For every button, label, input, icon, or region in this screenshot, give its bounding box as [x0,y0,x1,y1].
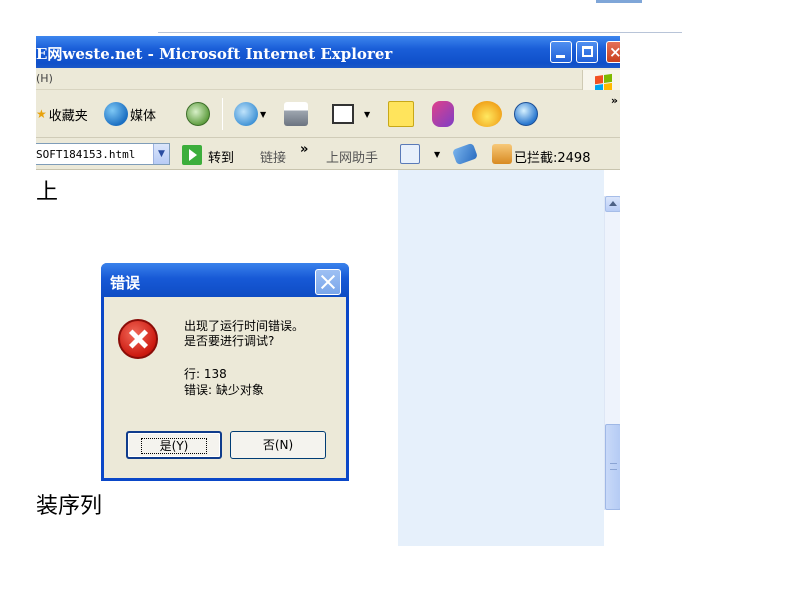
print-button[interactable] [284,100,308,128]
no-button[interactable]: 否(N) [230,431,326,459]
mail-button[interactable]: ▼ [234,100,266,128]
scroll-up-icon[interactable] [605,196,620,212]
close-button[interactable]: × [606,41,620,63]
dialog-title-bar[interactable]: 错误 [101,263,349,297]
mail-icon [234,102,258,126]
toolbar-overflow-icon[interactable]: » [611,94,618,107]
no-button-label: 否(N) [262,438,294,452]
edit-dropdown-icon: ▼ [364,109,371,119]
minimize-button[interactable] [550,41,572,63]
standard-toolbar: ★ 收藏夹 媒体 ▼ ▼ » [36,90,620,138]
dialog-title: 错误 [110,274,141,292]
top-edge-fragment [596,0,642,3]
side-panel-top [398,170,604,196]
go-arrow-icon[interactable] [182,145,202,165]
address-bar: SOFT184153.html ▼ 转到 链接 » 上网助手 ▼ 已拦截:249… [36,138,620,170]
error-line-number: 行: 138 [184,367,227,381]
side-panel [398,196,604,546]
scroll-thumb[interactable] [605,424,620,510]
assistant-check-icon[interactable] [400,144,420,164]
assistant-dropdown-icon[interactable]: ▼ [434,150,440,159]
yes-button[interactable]: 是(Y) [126,431,222,459]
help-button[interactable] [514,100,538,128]
maximize-button[interactable] [576,41,598,63]
close-icon: × [609,43,620,61]
go-button[interactable]: 转到 [208,147,234,166]
address-input[interactable]: SOFT184153.html ▼ [36,143,170,165]
edit-page-icon [332,104,354,124]
separator-line [158,32,682,33]
menu-help[interactable]: (H) [36,72,53,85]
error-icon [118,319,158,359]
links-overflow-icon[interactable]: » [300,142,308,157]
yes-button-label: 是(Y) [140,438,208,454]
error-description: 错误: 缺少对象 [184,383,264,397]
media-globe-icon [104,102,128,126]
mail-dropdown-icon: ▼ [260,109,267,119]
assistant-label[interactable]: 上网助手 [326,147,378,166]
page-heading-fragment: 上 [36,180,59,205]
notes-button[interactable] [388,100,414,128]
toolbar-separator [222,98,223,130]
popup-blocker-icon [492,144,512,164]
blocked-count: 已拦截:2498 [514,151,591,166]
messenger-button[interactable] [432,100,454,128]
maximize-icon [582,46,593,57]
history-button[interactable] [186,100,210,128]
plugin-button[interactable] [472,100,502,128]
address-url: SOFT184153.html [36,148,136,161]
links-label[interactable]: 链接 [260,147,286,166]
grip-icon [610,463,617,470]
page-text-fragment: 装序列 [36,494,103,519]
favorites-label: 收藏夹 [48,108,88,124]
edit-button[interactable]: ▼ [332,100,370,128]
media-button[interactable]: 媒体 [104,100,156,128]
note-icon [388,101,414,127]
eraser-icon[interactable] [451,142,479,166]
history-clock-icon [186,102,210,126]
media-label: 媒体 [130,108,157,124]
window-title: E网weste.net - Microsoft Internet Explore… [36,45,393,63]
printer-icon [284,102,308,126]
favorites-button[interactable]: ★ 收藏夹 [36,100,88,128]
help-orb-icon [514,102,538,126]
title-bar[interactable]: E网weste.net - Microsoft Internet Explore… [36,36,620,68]
favorites-star-icon: ★ [36,107,47,121]
address-dropdown-icon[interactable]: ▼ [153,144,169,164]
error-message-line2: 是否要进行调试? [184,334,275,348]
error-message-line1: 出现了运行时间错误。 [184,319,305,333]
minimize-icon [556,55,565,58]
smiley-icon [472,101,502,127]
messenger-icon [432,101,454,127]
dialog-close-icon[interactable] [315,269,341,295]
menu-bar: (H) [36,68,620,98]
error-dialog: 错误 出现了运行时间错误。 是否要进行调试? 行: 138 错误: 缺少对象 是… [101,263,349,481]
vertical-scrollbar[interactable] [604,196,620,510]
